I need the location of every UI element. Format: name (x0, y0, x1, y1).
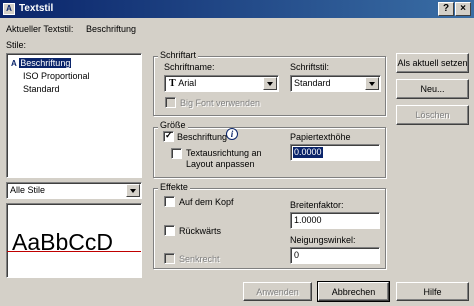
font-style-value: Standard (294, 78, 331, 88)
current-style-label: Aktueller Textstil: (6, 24, 74, 34)
truetype-font-icon: T (169, 78, 176, 89)
close-button[interactable]: × (455, 2, 471, 16)
window-title: Textstil (19, 3, 54, 14)
font-group-title: Schriftart (158, 50, 199, 60)
styles-list[interactable]: A Beschriftung ISO Proportional Standard (6, 53, 142, 178)
apply-button[interactable]: Anwenden (243, 282, 312, 301)
font-name-value: Arial (178, 78, 197, 88)
bigfont-label: Big Font verwenden (180, 98, 261, 108)
set-current-button[interactable]: Als aktuell setzen (396, 53, 469, 73)
font-name-label: Schriftname: (164, 62, 215, 72)
match-orientation-label: Textausrichtung an Layout anpassen (186, 148, 262, 169)
backwards-label: Rückwärts (179, 226, 222, 236)
styles-filter-select[interactable]: Alle Stile (6, 182, 142, 199)
font-name-select[interactable]: T Arial (164, 75, 279, 92)
paper-height-label: Papiertexthöhe (290, 132, 351, 142)
app-icon: A (3, 3, 15, 15)
annotative-icon: A (11, 59, 17, 68)
new-style-button[interactable]: Neu... (396, 79, 469, 99)
paper-height-value: 0.0000 (293, 147, 323, 158)
help-button[interactable]: Hilfe (396, 282, 469, 301)
size-group-title: Größe (158, 120, 188, 130)
help-title-button[interactable]: ? (438, 2, 454, 16)
oblique-angle-label: Neigungswinkel: (290, 235, 356, 245)
styles-label: Stile: (6, 40, 27, 50)
list-item-label: Beschriftung (19, 58, 72, 68)
vertical-label: Senkrecht (179, 254, 220, 264)
paper-height-input[interactable]: 0.0000 (290, 144, 380, 161)
preview-text: AaBbCcD (12, 229, 113, 255)
oblique-angle-input[interactable]: 0 (290, 247, 380, 264)
list-item[interactable]: ISO Proportional (23, 70, 90, 82)
annotative-label: Beschriftung (177, 132, 228, 142)
match-orientation-checkbox[interactable] (171, 148, 182, 159)
bigfont-checkbox[interactable] (165, 97, 176, 108)
chevron-down-icon[interactable] (126, 184, 140, 197)
chevron-down-icon[interactable] (365, 77, 379, 90)
styles-filter-value: Alle Stile (10, 185, 46, 195)
annotative-checkbox[interactable]: ✓ (163, 131, 174, 142)
title-bar: A Textstil ? × (0, 0, 474, 18)
list-item-label: ISO Proportional (23, 71, 90, 81)
font-style-label: Schriftstil: (290, 62, 330, 72)
upside-down-checkbox[interactable] (164, 196, 175, 207)
backwards-checkbox[interactable] (164, 225, 175, 236)
upside-down-label: Auf dem Kopf (179, 197, 234, 207)
width-factor-label: Breitenfaktor: (290, 200, 344, 210)
info-icon[interactable]: i (226, 128, 238, 140)
oblique-angle-value: 0 (294, 250, 300, 260)
font-style-select[interactable]: Standard (290, 75, 381, 92)
list-item[interactable]: A Beschriftung (11, 57, 72, 70)
list-item[interactable]: Standard (23, 83, 60, 95)
width-factor-value: 1.0000 (294, 215, 322, 225)
effects-group-title: Effekte (158, 182, 190, 192)
cancel-button[interactable]: Abbrechen (317, 281, 390, 302)
style-preview: AaBbCcD (6, 203, 142, 278)
list-item-label: Standard (23, 84, 60, 94)
chevron-down-icon[interactable] (263, 77, 277, 90)
vertical-checkbox[interactable] (164, 253, 175, 264)
width-factor-input[interactable]: 1.0000 (290, 212, 380, 229)
delete-style-button[interactable]: Löschen (396, 105, 469, 125)
current-style-value: Beschriftung (86, 24, 137, 34)
